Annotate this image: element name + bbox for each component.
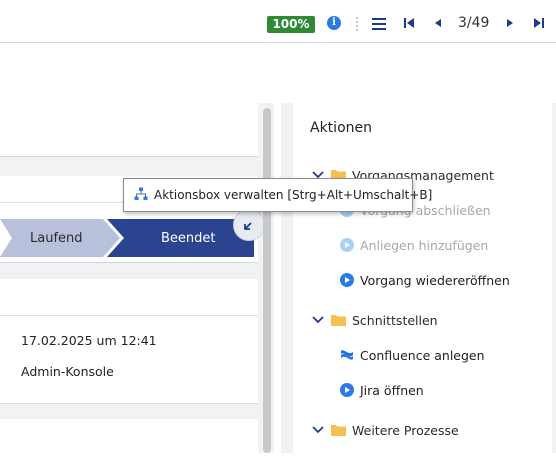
main-scrollbar[interactable] <box>263 108 271 453</box>
action-anliegen-hinzufuegen: Anliegen hinzufügen <box>340 237 520 257</box>
tree-group-schnittstellen[interactable]: Schnittstellen <box>312 312 512 332</box>
toolbar-separator <box>356 17 360 31</box>
previous-page-icon[interactable] <box>431 16 445 30</box>
arrow-down-left-icon <box>244 222 252 230</box>
folder-icon <box>331 315 346 326</box>
bottom-card <box>0 419 258 459</box>
play-icon <box>340 238 354 252</box>
first-page-icon[interactable] <box>402 16 416 30</box>
created-by-value: Admin-Konsole <box>21 364 114 379</box>
tree-group-label: Schnittstellen <box>352 313 438 328</box>
tree-group-weitere-prozesse[interactable]: Weitere Prozesse <box>312 422 512 442</box>
hamburger-icon[interactable] <box>372 18 386 30</box>
info-card <box>0 103 258 157</box>
actions-panel-title: Aktionen <box>310 120 372 136</box>
action-label: Vorgang wiedereröffnen <box>360 273 510 288</box>
action-label: Jira öffnen <box>360 383 424 398</box>
action-jira-oeffnen[interactable]: Jira öffnen <box>340 382 540 402</box>
chevron-down-icon <box>312 316 324 324</box>
step-label-laufend: Laufend <box>30 231 83 246</box>
tooltip-text: Aktionsbox verwalten [Strg+Alt+Umschalt+… <box>154 188 433 202</box>
tree-group-label: Weitere Prozesse <box>352 423 459 438</box>
info-icon[interactable]: i <box>327 16 341 30</box>
header-area <box>0 43 556 103</box>
created-date-value: 17.02.2025 um 12:41 <box>21 333 157 348</box>
collapse-button[interactable] <box>233 209 265 241</box>
next-page-icon[interactable] <box>503 16 517 30</box>
action-label: Confluence anlegen <box>360 348 485 363</box>
page-indicator: 3/49 <box>458 15 490 31</box>
chevron-down-icon <box>312 426 324 434</box>
action-label: Anliegen hinzufügen <box>360 238 489 253</box>
play-icon <box>340 383 354 397</box>
step-label-beendet: Beendet <box>161 231 216 246</box>
folder-icon <box>331 425 346 436</box>
divider <box>0 315 258 316</box>
tooltip: Aktionsbox verwalten [Strg+Alt+Umschalt+… <box>123 178 432 212</box>
top-toolbar: 100% i 3/49 <box>0 0 556 43</box>
last-page-icon[interactable] <box>532 16 546 30</box>
play-icon <box>340 273 354 287</box>
sitemap-icon <box>134 187 148 200</box>
action-vorgang-wiedereroeffnen[interactable]: Vorgang wiedereröffnen <box>340 272 540 292</box>
confluence-icon <box>341 350 353 360</box>
action-confluence-anlegen[interactable]: Confluence anlegen <box>340 347 540 367</box>
zoom-level-badge[interactable]: 100% <box>267 16 315 33</box>
